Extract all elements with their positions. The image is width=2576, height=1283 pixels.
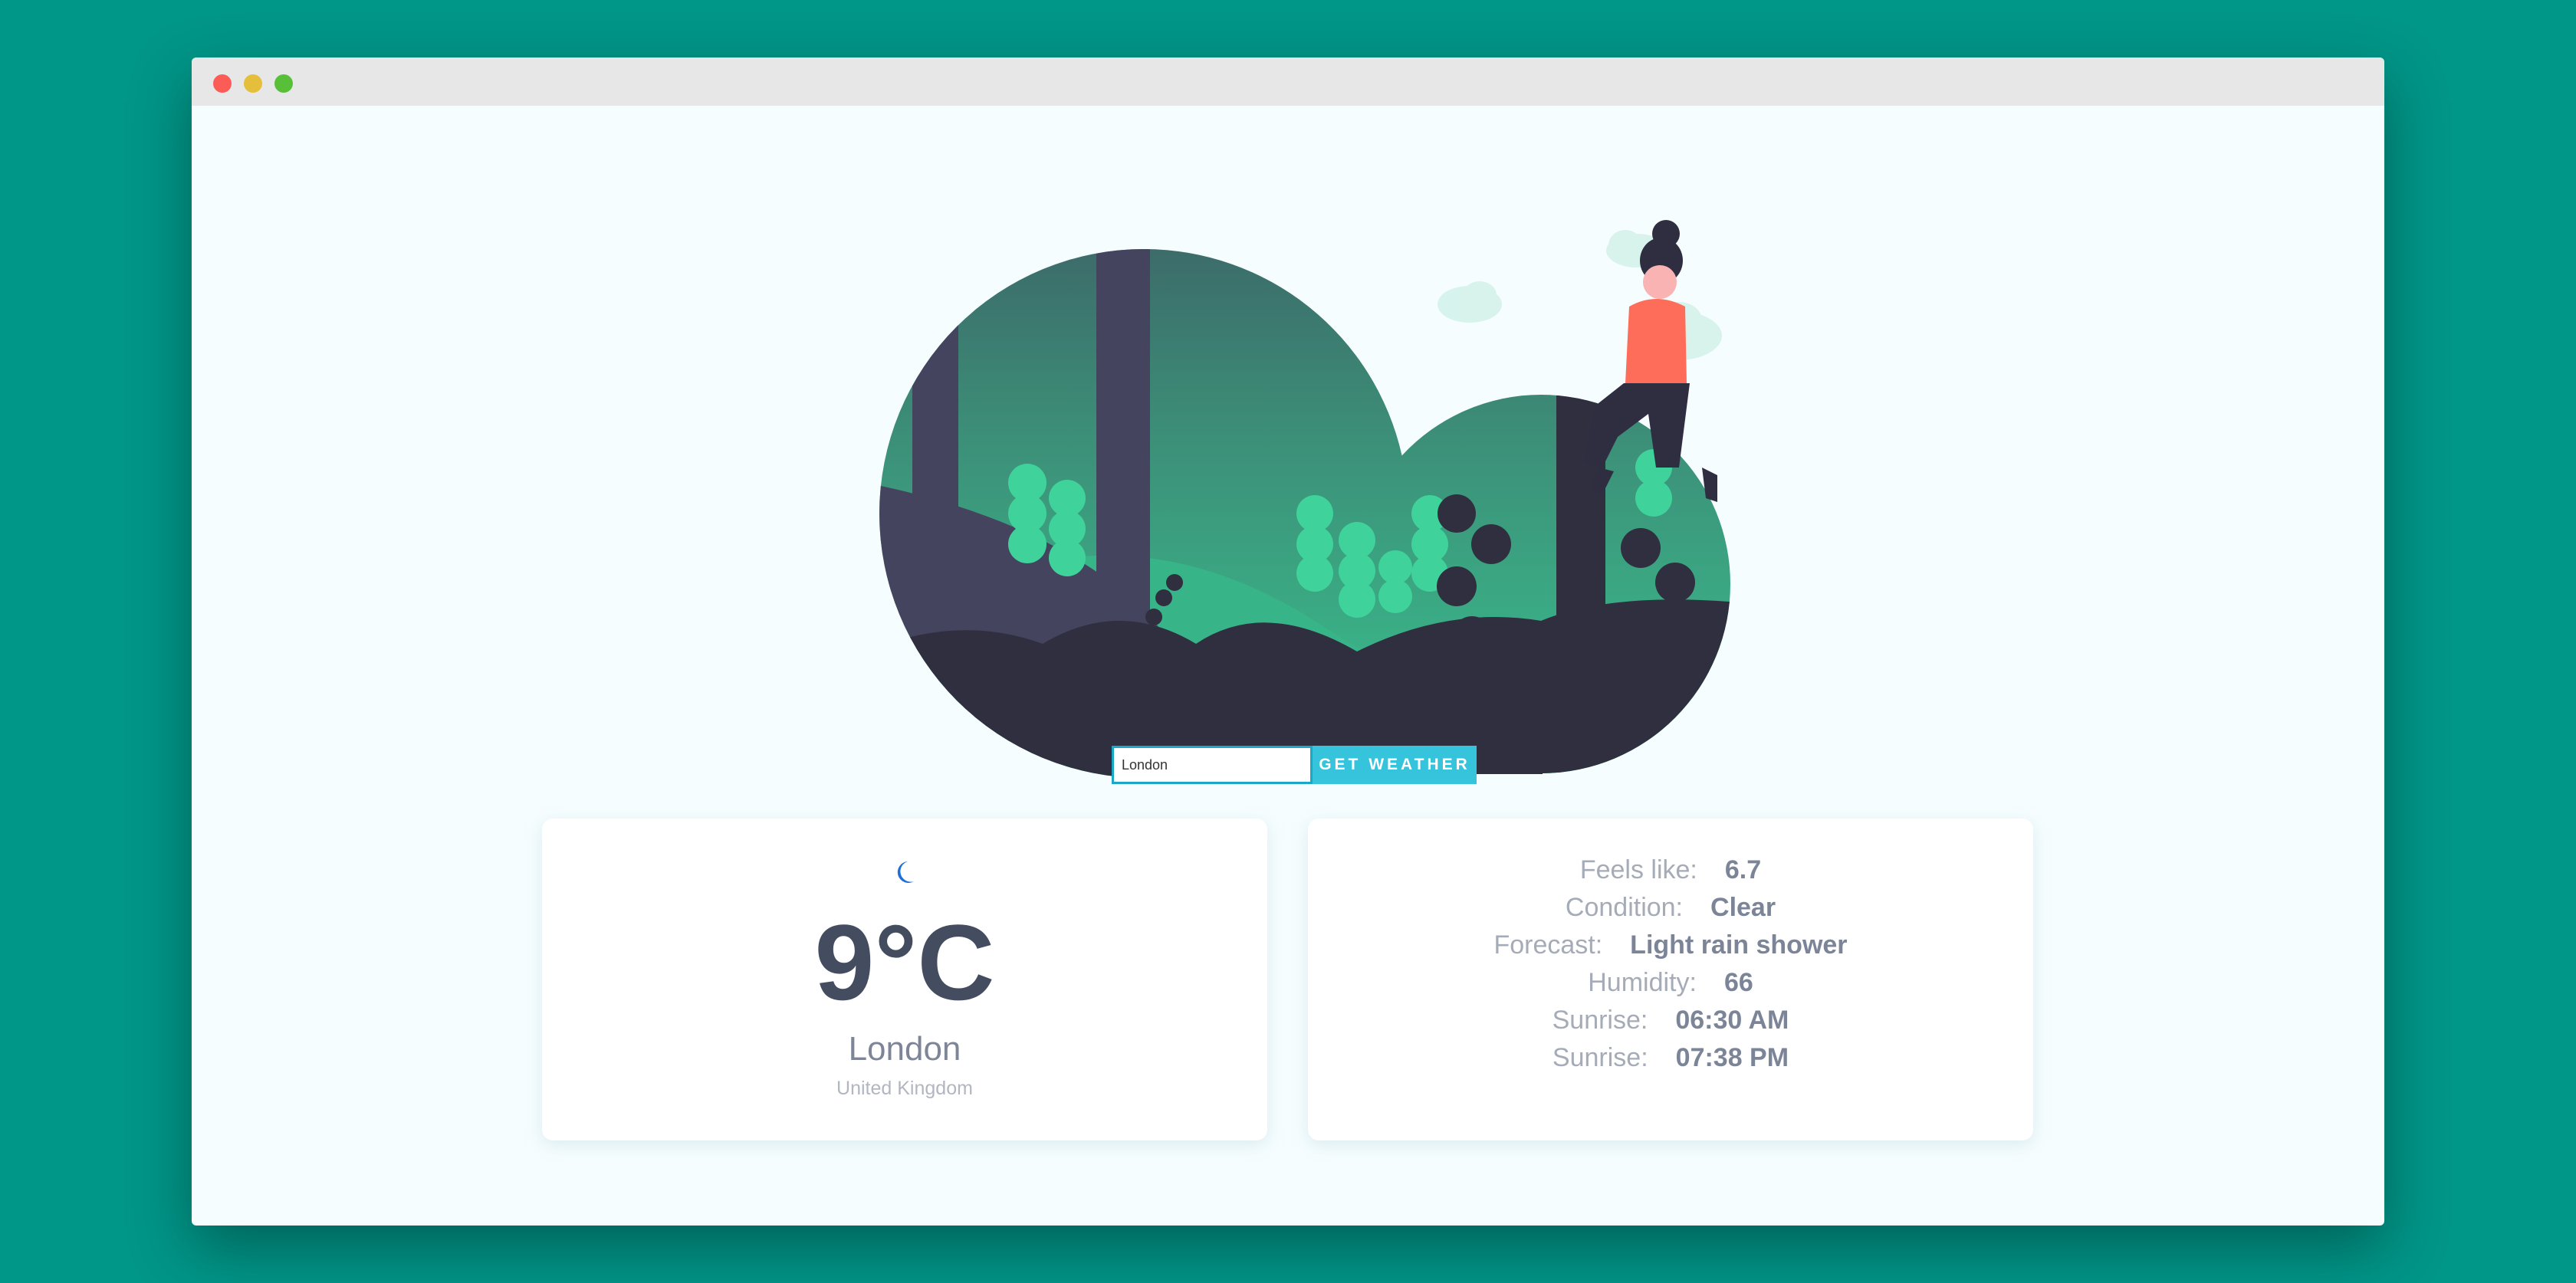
- detail-label: Sunrise:: [1552, 1043, 1648, 1072]
- detail-label: Condition:: [1565, 893, 1684, 922]
- detail-value: Light rain shower: [1630, 930, 1848, 960]
- detail-feels-like: Feels like: 6.7: [1308, 855, 2033, 893]
- window-titlebar: [192, 57, 2384, 106]
- detail-condition: Condition: Clear: [1308, 893, 2033, 930]
- details-list: Feels like: 6.7 Condition: Clear Forecas…: [1308, 855, 2033, 1081]
- detail-value: Clear: [1710, 893, 1776, 922]
- detail-value: 06:30 AM: [1675, 1006, 1789, 1035]
- browser-window: GET WEATHER 9°C London United Kingdom Fe…: [192, 57, 2384, 1226]
- maximize-window-button[interactable]: [274, 74, 293, 93]
- detail-label: Forecast:: [1493, 930, 1603, 960]
- weather-details-card: Feels like: 6.7 Condition: Clear Forecas…: [1308, 819, 2033, 1140]
- temperature-value: 9°C: [814, 902, 995, 1022]
- city-name: London: [848, 1030, 961, 1068]
- detail-sunset: Sunrise: 07:38 PM: [1308, 1043, 2033, 1081]
- detail-value: 66: [1723, 968, 1753, 997]
- detail-label: Feels like:: [1579, 855, 1697, 884]
- detail-forecast: Forecast: Light rain shower: [1308, 930, 2033, 968]
- close-window-button[interactable]: [213, 74, 232, 93]
- country-name: United Kingdom: [836, 1078, 973, 1099]
- detail-humidity: Humidity: 66: [1308, 968, 2033, 1006]
- detail-value: 07:38 PM: [1675, 1043, 1789, 1072]
- detail-value: 6.7: [1724, 855, 1762, 884]
- forest-illustration: [879, 220, 1730, 778]
- detail-label: Sunrise:: [1552, 1006, 1648, 1035]
- moon-icon: [897, 861, 914, 883]
- current-weather-card: 9°C London United Kingdom: [542, 819, 1267, 1140]
- city-search-input[interactable]: [1112, 746, 1313, 784]
- detail-label: Humidity:: [1588, 968, 1697, 997]
- minimize-window-button[interactable]: [244, 74, 262, 93]
- search-bar: GET WEATHER: [1112, 746, 1477, 784]
- detail-sunrise: Sunrise: 06:30 AM: [1308, 1006, 2033, 1043]
- get-weather-button[interactable]: GET WEATHER: [1313, 746, 1477, 784]
